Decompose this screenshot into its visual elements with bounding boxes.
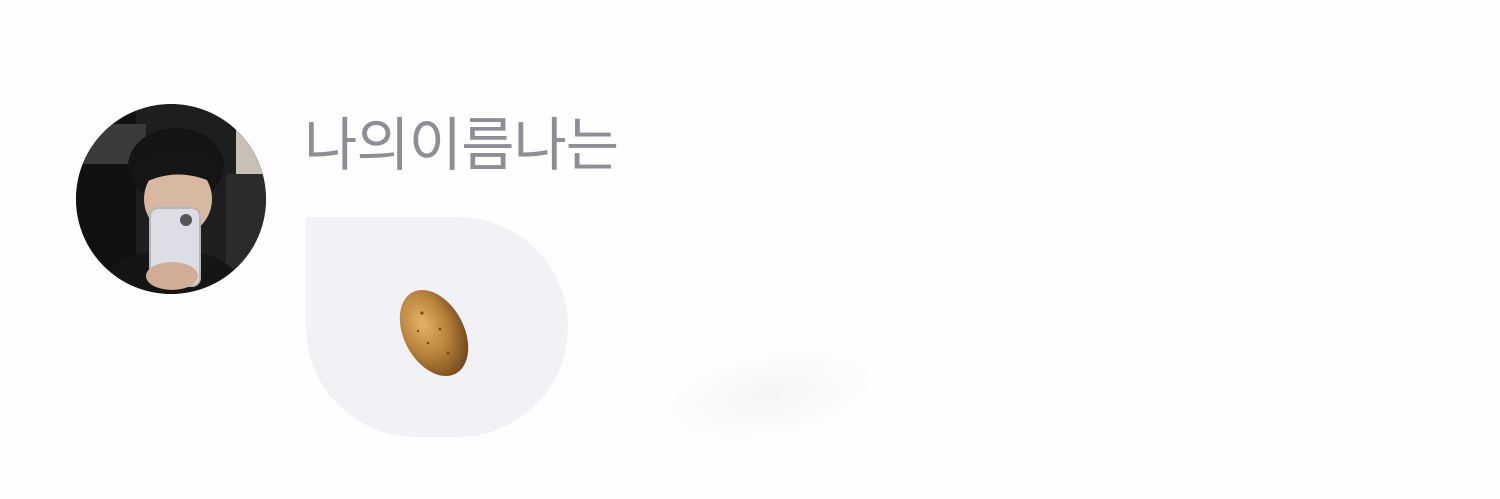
received-message: 나의이름나는 — [76, 104, 676, 444]
background-smudge — [653, 331, 887, 459]
potato-emoji-icon — [399, 290, 469, 376]
message-bubble[interactable] — [306, 217, 568, 437]
sender-avatar[interactable] — [76, 104, 266, 294]
chat-screen: 나의이름나는 — [0, 0, 1500, 499]
profile-photo-icon — [76, 104, 266, 294]
sender-name: 나의이름나는 — [304, 111, 619, 179]
